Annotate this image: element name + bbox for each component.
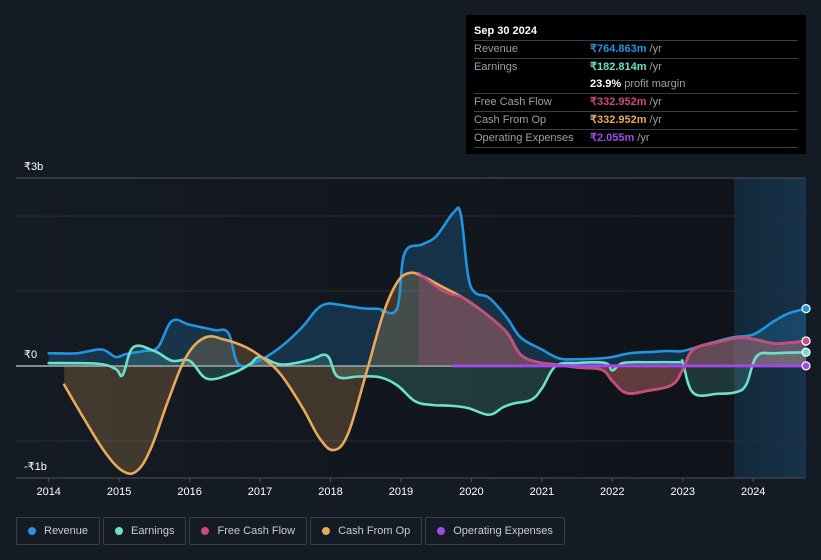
legend-label: Revenue — [44, 525, 89, 537]
legend-dot-icon — [201, 527, 210, 535]
tooltip-value: 23.9% — [590, 78, 622, 90]
legend-dot-icon — [322, 527, 331, 535]
legend-label: Earnings — [131, 525, 175, 537]
x-tick-label: 2018 — [318, 486, 342, 498]
tooltip-panel: Sep 30 2024 Revenue ₹764.863m /yr Earnin… — [466, 15, 806, 154]
x-tick-label: 2021 — [530, 486, 554, 498]
legend-label: Free Cash Flow — [217, 525, 296, 537]
tooltip-date: Sep 30 2024 — [474, 23, 798, 41]
x-tick-label: 2015 — [107, 486, 131, 498]
y-tick-label: -₹1b — [24, 461, 47, 473]
x-tick-label: 2022 — [600, 486, 624, 498]
tooltip-value: ₹182.814m — [590, 61, 647, 73]
legend-item-cash-from-op[interactable]: Cash From Op — [310, 517, 423, 545]
tooltip-unit: /yr — [637, 132, 650, 144]
tooltip-row-revenue: Revenue ₹764.863m /yr — [474, 41, 798, 59]
tooltip-value: ₹332.952m — [590, 96, 647, 108]
x-tick-label: 2019 — [389, 486, 413, 498]
legend-label: Cash From Op — [338, 525, 411, 537]
tooltip-label: Operating Expenses — [474, 132, 574, 144]
operating-expenses-end-marker[interactable] — [801, 361, 811, 371]
chart-legend: Revenue Earnings Free Cash Flow Cash Fro… — [16, 517, 565, 545]
x-tick-label: 2020 — [459, 486, 483, 498]
legend-dot-icon — [437, 527, 446, 535]
tooltip-label: Earnings — [474, 61, 518, 73]
x-tick-label: 2017 — [248, 486, 272, 498]
legend-item-operating-expenses[interactable]: Operating Expenses — [425, 517, 565, 545]
tooltip-label: Cash From Op — [474, 114, 547, 126]
legend-label: Operating Expenses — [453, 525, 553, 537]
tooltip-row-free-cash-flow: Free Cash Flow ₹332.952m /yr — [474, 94, 798, 112]
legend-dot-icon — [28, 527, 36, 535]
x-tick-label: 2024 — [741, 486, 765, 498]
tooltip-label: Revenue — [474, 43, 519, 55]
tooltip-row-operating-expenses: Operating Expenses ₹2.055m /yr — [474, 130, 798, 148]
tooltip-value: ₹332.952m — [590, 114, 647, 126]
x-tick-label: 2023 — [671, 486, 695, 498]
legend-item-revenue[interactable]: Revenue — [16, 517, 101, 545]
legend-dot-icon — [115, 527, 124, 535]
tooltip-value: ₹2.055m — [590, 132, 635, 144]
y-tick-label: ₹0 — [24, 349, 37, 361]
tooltip-unit: /yr — [649, 96, 662, 108]
free-cash-flow-end-marker[interactable] — [801, 336, 811, 346]
tooltip-row-cash-from-op: Cash From Op ₹332.952m /yr — [474, 112, 798, 130]
tooltip-label: Free Cash Flow — [474, 96, 552, 108]
tooltip-row-earnings: Earnings ₹182.814m /yr — [474, 59, 798, 76]
tooltip-row-profit-margin: 23.9% profit margin — [474, 76, 798, 94]
tooltip-unit: /yr — [649, 61, 662, 73]
tooltip-unit: /yr — [649, 114, 662, 126]
legend-item-earnings[interactable]: Earnings — [103, 517, 187, 545]
y-tick-label: ₹3b — [24, 161, 43, 173]
x-tick-label: 2014 — [36, 486, 60, 498]
tooltip-label — [474, 76, 590, 93]
x-tick-label: 2016 — [177, 486, 201, 498]
tooltip-value: ₹764.863m — [590, 43, 647, 55]
tooltip-unit: /yr — [649, 43, 662, 55]
revenue-end-marker[interactable] — [801, 304, 811, 314]
earnings-end-marker[interactable] — [801, 347, 811, 357]
legend-item-free-cash-flow[interactable]: Free Cash Flow — [189, 517, 308, 545]
tooltip-unit: profit margin — [624, 78, 686, 90]
